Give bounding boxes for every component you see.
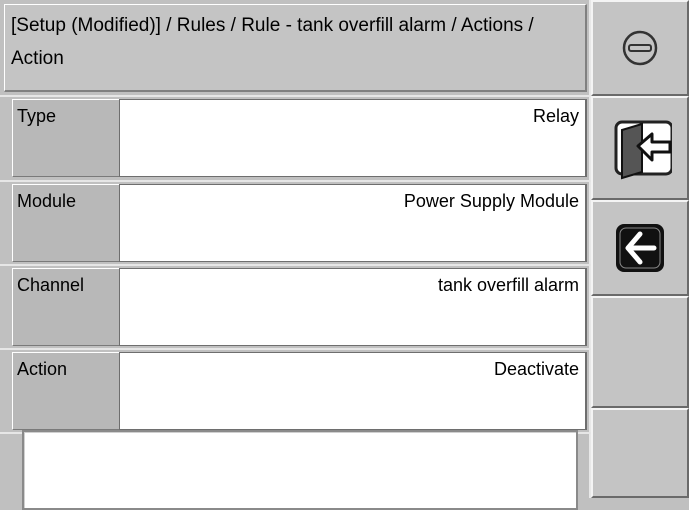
field-label: Module (12, 184, 119, 262)
field-label: Action (12, 352, 119, 430)
side-button-blank-1[interactable] (591, 296, 689, 408)
field-label: Channel (12, 268, 119, 346)
field-row-action[interactable]: Action Deactivate (12, 352, 587, 430)
exit-button[interactable] (591, 96, 689, 200)
main-panel: [Setup (Modified)] / Rules / Rule - tank… (0, 0, 591, 510)
field-value[interactable]: Relay (119, 99, 587, 177)
field-value[interactable]: Deactivate (119, 352, 587, 430)
field-row-module[interactable]: Module Power Supply Module (12, 184, 587, 262)
breadcrumb: [Setup (Modified)] / Rules / Rule - tank… (4, 4, 587, 92)
side-button-column (591, 0, 689, 498)
field-value[interactable]: tank overfill alarm (119, 268, 587, 346)
cancel-button[interactable] (591, 0, 689, 96)
side-button-blank-2[interactable] (591, 408, 689, 498)
field-label: Type (12, 99, 119, 177)
back-button[interactable] (591, 200, 689, 296)
divider (0, 180, 591, 182)
empty-field (22, 430, 578, 510)
field-row-type[interactable]: Type Relay (12, 99, 587, 177)
divider (0, 264, 591, 266)
minus-circle-icon (622, 30, 658, 66)
back-arrow-icon (616, 224, 664, 272)
divider (0, 95, 591, 97)
divider (0, 348, 591, 350)
screen: [Setup (Modified)] / Rules / Rule - tank… (0, 0, 689, 510)
exit-door-icon (614, 120, 672, 180)
field-value[interactable]: Power Supply Module (119, 184, 587, 262)
field-row-channel[interactable]: Channel tank overfill alarm (12, 268, 587, 346)
